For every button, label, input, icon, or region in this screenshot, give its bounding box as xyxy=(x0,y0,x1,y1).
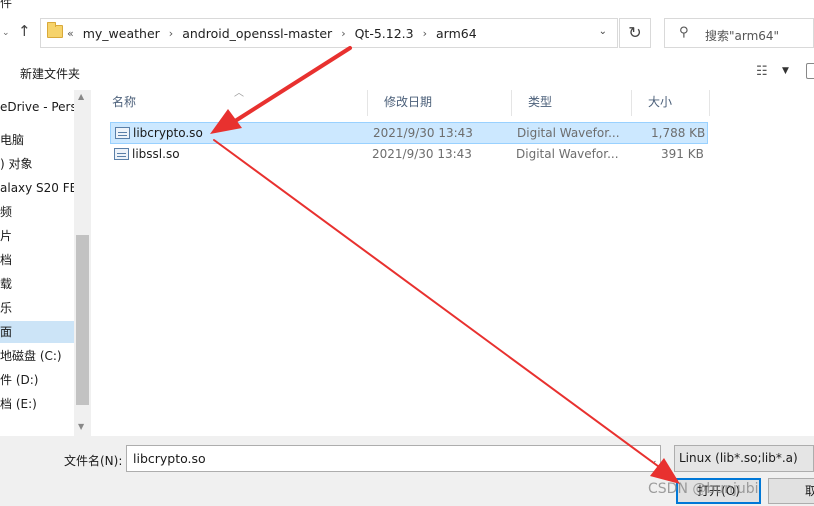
nav-item-drive-c[interactable]: 地磁盘 (C:) xyxy=(0,345,62,367)
file-type: Digital Wavefor... xyxy=(516,147,619,161)
nav-scrollbar[interactable]: ▲ ▼ xyxy=(74,90,91,436)
scroll-up-icon[interactable]: ▲ xyxy=(78,92,84,101)
nav-item-drive-d[interactable]: 件 (D:) xyxy=(0,369,38,391)
refresh-button[interactable]: ↻ xyxy=(619,18,651,48)
nav-item-pictures[interactable]: 片 xyxy=(0,225,12,247)
filename-label: 文件名(N): xyxy=(64,454,123,468)
file-row[interactable]: libssl.so 2021/9/30 13:43 Digital Wavefo… xyxy=(110,144,708,166)
chevron-right-icon[interactable]: › xyxy=(169,27,173,40)
preview-pane-icon[interactable] xyxy=(806,63,814,79)
nav-item-documents[interactable]: 档 xyxy=(0,249,12,271)
column-header-type[interactable]: 类型 xyxy=(512,90,632,116)
folder-icon xyxy=(47,22,63,38)
address-bar[interactable]: « my_weather › android_openssl-master › … xyxy=(40,18,618,48)
nav-item-onedrive[interactable]: eDrive - Perso xyxy=(0,96,84,118)
view-dropdown-icon[interactable]: ▼ xyxy=(782,66,789,76)
address-bar-row: ⌄ ↑ « my_weather › android_openssl-maste… xyxy=(0,16,814,52)
search-placeholder: 搜索"arm64" xyxy=(705,29,780,43)
search-icon: ⚲ xyxy=(679,25,689,40)
breadcrumb-item[interactable]: Qt-5.12.3 xyxy=(355,26,414,41)
nav-item-drive-e[interactable]: 档 (E:) xyxy=(0,393,37,415)
new-folder-button[interactable]: 新建文件夹 xyxy=(20,65,80,82)
chevron-down-icon[interactable]: ⌄ xyxy=(599,26,607,37)
file-size: 1,788 KB xyxy=(651,126,706,140)
breadcrumb: « my_weather › android_openssl-master › … xyxy=(67,26,477,41)
chevron-right-icon[interactable]: › xyxy=(423,27,427,40)
refresh-icon: ↻ xyxy=(628,23,642,42)
toolbar: 新建文件夹 ☷ ▼ xyxy=(0,58,814,88)
file-name: libcrypto.so xyxy=(133,126,203,140)
nav-item-music[interactable]: 乐 xyxy=(0,297,12,319)
file-size: 391 KB xyxy=(661,147,704,161)
file-modified: 2021/9/30 13:43 xyxy=(372,147,472,161)
window-title-fragment: 件 xyxy=(0,0,13,10)
chevron-down-icon[interactable]: ⌄ xyxy=(650,456,658,466)
filename-input[interactable] xyxy=(126,445,661,472)
scroll-down-icon[interactable]: ▼ xyxy=(78,422,84,431)
search-input[interactable]: ⚲ 搜索"arm64" xyxy=(664,18,814,48)
nav-item-videos[interactable]: 频 xyxy=(0,201,12,223)
file-icon xyxy=(114,148,129,160)
column-header-modified[interactable]: 修改日期 xyxy=(368,90,512,116)
recent-locations-icon[interactable]: ⌄ xyxy=(2,28,10,38)
file-modified: 2021/9/30 13:43 xyxy=(373,126,473,140)
file-type: Digital Wavefor... xyxy=(517,126,620,140)
view-options-icon[interactable]: ☷ xyxy=(756,64,768,79)
up-arrow-icon[interactable]: ↑ xyxy=(18,22,36,42)
chevron-right-icon[interactable]: › xyxy=(341,27,345,40)
column-header-name[interactable]: 名称 xyxy=(96,90,368,116)
column-header-size[interactable]: 大小 xyxy=(632,90,710,116)
breadcrumb-item[interactable]: android_openssl-master xyxy=(182,26,332,41)
file-list: ︿ 名称 修改日期 类型 大小 libcrypto.so 2021/9/30 1… xyxy=(96,88,814,436)
nav-item-3d-objects[interactable]: ) 对象 xyxy=(0,153,33,175)
breadcrumb-item[interactable]: arm64 xyxy=(436,26,477,41)
dialog-footer: 文件名(N): ⌄ Linux (lib*.so;lib*.a) 打开(O) 取… xyxy=(0,436,814,506)
breadcrumb-item[interactable]: my_weather xyxy=(83,26,160,41)
file-name: libssl.so xyxy=(132,147,180,161)
nav-item-this-pc[interactable]: 电脑 xyxy=(0,129,24,151)
file-row[interactable]: libcrypto.so 2021/9/30 13:43 Digital Wav… xyxy=(110,122,708,144)
nav-item-desktop[interactable]: 面 xyxy=(0,321,74,343)
nav-item-downloads[interactable]: 载 xyxy=(0,273,12,295)
cancel-button[interactable]: 取消 xyxy=(768,478,814,504)
breadcrumb-overflow[interactable]: « xyxy=(67,27,74,40)
watermark: CSDN @bunjubi xyxy=(648,481,759,497)
scroll-thumb[interactable] xyxy=(76,235,89,405)
file-type-filter[interactable]: Linux (lib*.so;lib*.a) xyxy=(674,445,814,472)
file-icon xyxy=(115,127,130,139)
